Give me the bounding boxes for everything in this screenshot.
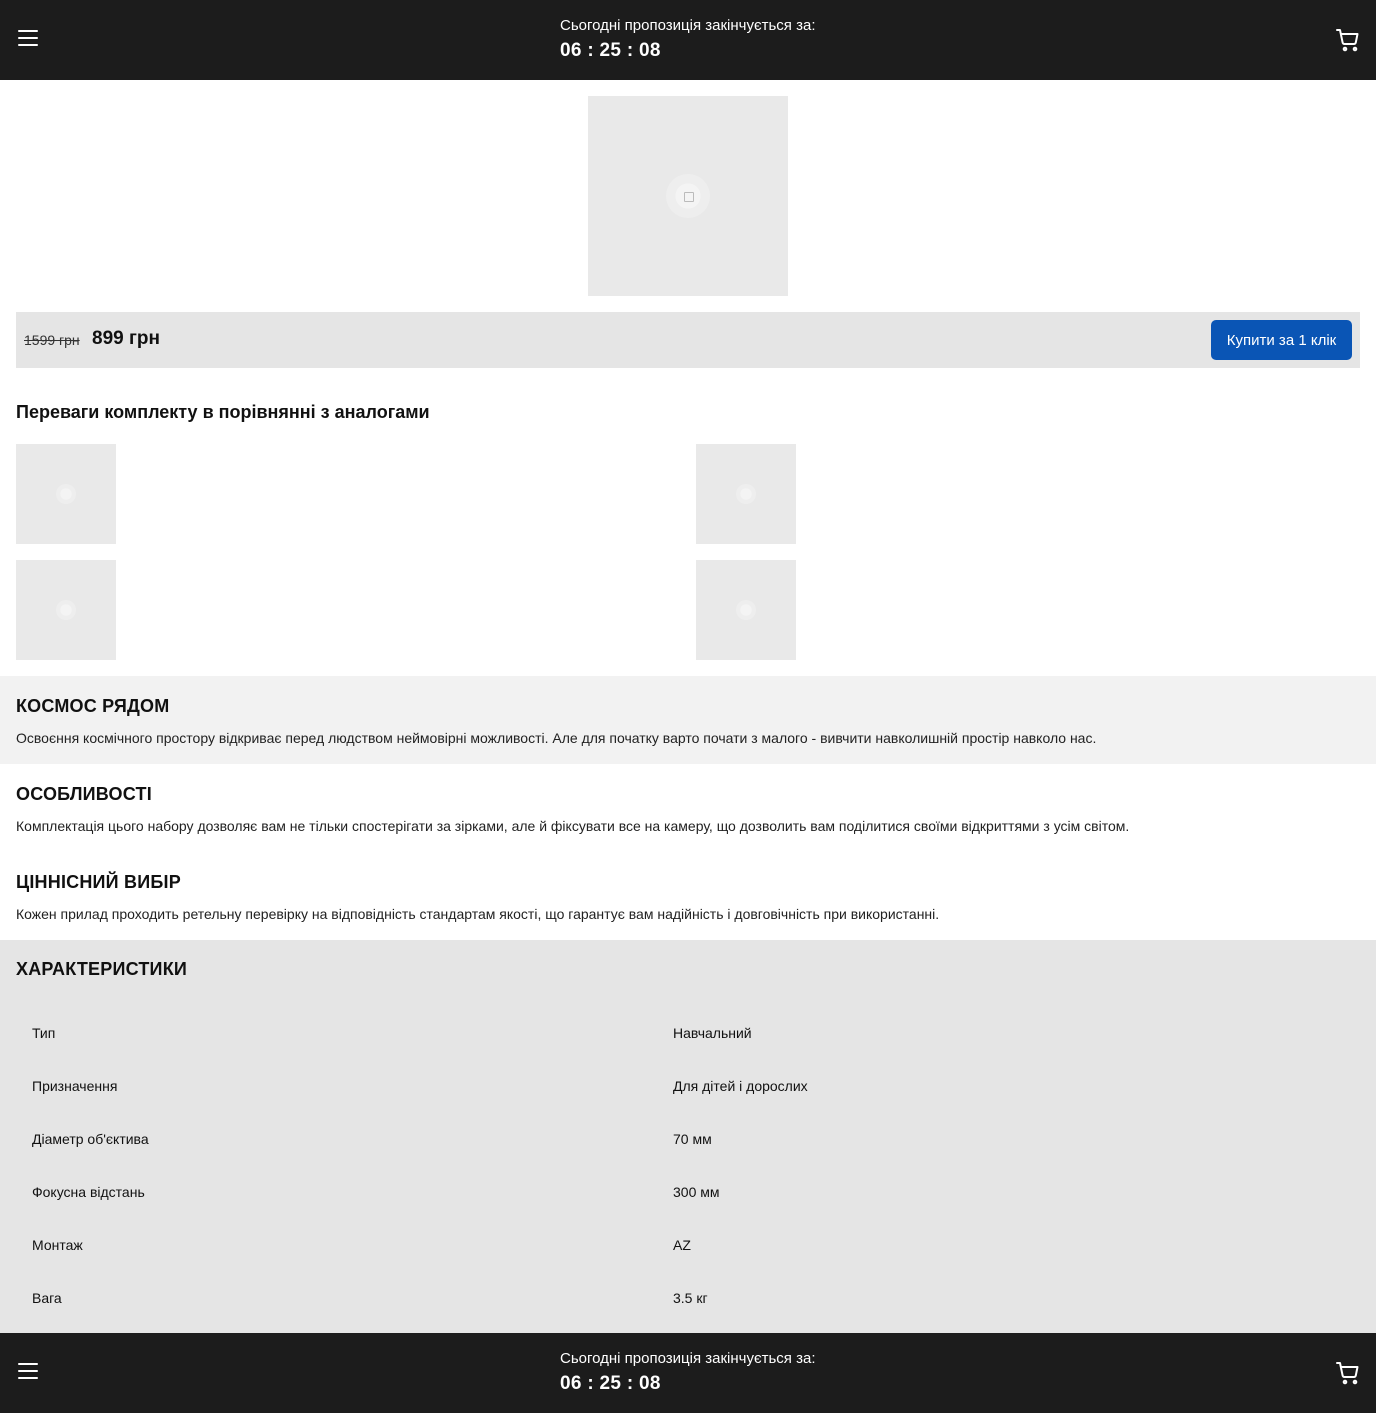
specifications: ХАРАКТЕРИСТИКИ Тип Навчальний Призначенн… [0,940,1376,1333]
section-text: Кожен прилад проходить ретельну перевірк… [16,906,940,922]
countdown-label: Сьогодні пропозиція закінчується за: [560,17,816,34]
advantage-image [16,444,116,544]
spec-row: Призначення Для дітей і дорослих [0,1060,1376,1113]
countdown-label: Сьогодні пропозиція закінчується за: [560,1350,816,1367]
product-image [588,96,788,296]
image-placeholder-icon [666,174,710,218]
section-features: ОСОБЛИВОСТІ Комплектація цього набору до… [0,764,1376,852]
spec-value: 300 мм [673,1184,720,1200]
spec-key: Тип [32,1025,56,1041]
buy-one-click-button[interactable]: Купити за 1 клік [1211,320,1352,360]
section-title: КОСМОС РЯДОМ [16,696,170,716]
section-text: Комплектація цього набору дозволяє вам н… [16,818,1130,834]
bottom-countdown-bar: Сьогодні пропозиція закінчується за: 06 … [0,1333,1376,1413]
spec-value: 3.5 кг [673,1290,708,1306]
advantage-image [696,444,796,544]
shopping-cart-icon[interactable] [1336,1361,1360,1385]
spec-row: Діаметр об'єктива 70 мм [0,1113,1376,1166]
advantage-image [696,560,796,660]
specs-title: ХАРАКТЕРИСТИКИ [16,959,188,979]
section-space-nearby: КОСМОС РЯДОМ Освоєння космічного простор… [0,676,1376,764]
spec-row: Фокусна відстань 300 мм [0,1166,1376,1219]
countdown: Сьогодні пропозиція закінчується за: 06 … [560,1350,815,1397]
spec-row: Вага 3.5 кг [0,1272,1376,1325]
spec-key: Вага [32,1290,62,1306]
spec-value: Для дітей і дорослих [673,1078,808,1094]
spec-key: Діаметр об'єктива [32,1131,149,1147]
price-bar: 1599 грн 899 грн Купити за 1 клік [16,312,1360,368]
image-placeholder-icon [56,600,76,620]
section-title: ЦІННІСНИЙ ВИБІР [16,872,181,892]
advantage-image [16,560,116,660]
hamburger-menu-icon[interactable] [18,1363,38,1383]
countdown: Сьогодні пропозиція закінчується за: 06 … [560,17,815,64]
section-text: Освоєння космічного простору відкриває п… [16,730,1097,746]
hamburger-menu-icon[interactable] [18,30,38,50]
image-placeholder-icon [56,484,76,504]
image-placeholder-icon [736,484,756,504]
spec-value: Навчальний [673,1025,752,1041]
top-countdown-bar: Сьогодні пропозиція закінчується за: 06 … [0,0,1376,80]
image-placeholder-icon [736,600,756,620]
countdown-timer: 06 : 25 : 08 [560,1373,661,1394]
spec-key: Монтаж [32,1237,83,1253]
spec-key: Призначення [32,1078,118,1094]
spec-key: Фокусна відстань [32,1184,145,1200]
advantages-title: Переваги комплекту в порівнянні з аналог… [16,402,430,422]
old-price: 1599 грн [24,332,80,348]
shopping-cart-icon[interactable] [1336,28,1360,52]
spec-value: AZ [673,1237,691,1253]
spec-row: Тип Навчальний [0,1007,1376,1060]
countdown-timer: 06 : 25 : 08 [560,40,661,61]
spec-value: 70 мм [673,1131,712,1147]
new-price: 899 грн [92,328,160,349]
section-title: ОСОБЛИВОСТІ [16,784,152,804]
spec-row: Монтаж AZ [0,1219,1376,1272]
section-value-choice: ЦІННІСНИЙ ВИБІР Кожен прилад проходить р… [0,852,1376,940]
